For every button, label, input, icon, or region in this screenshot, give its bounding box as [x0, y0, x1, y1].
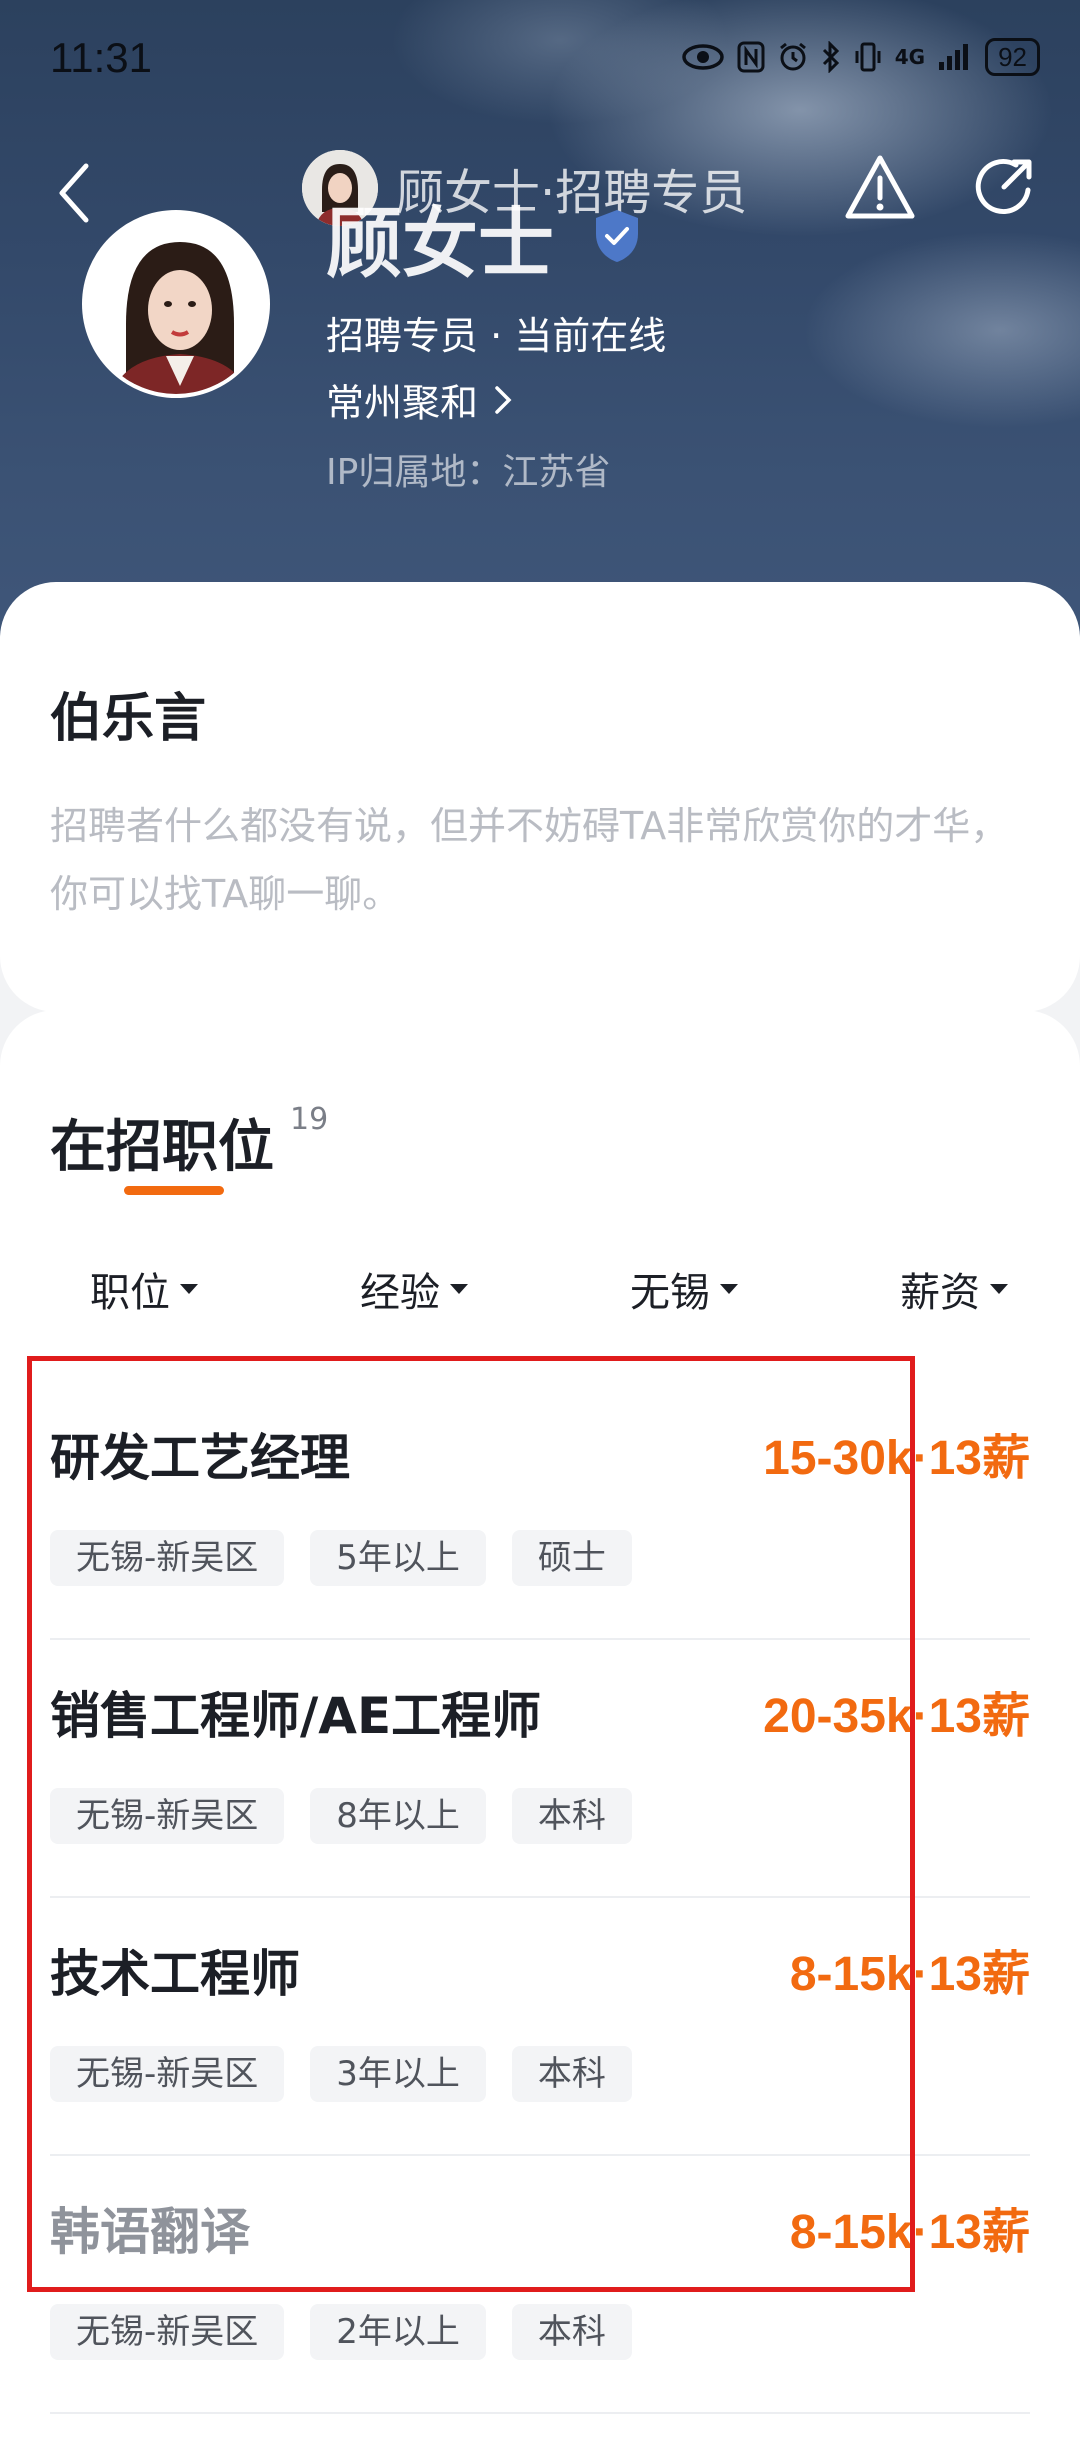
back-chevron-icon[interactable] [48, 158, 108, 228]
filter-label: 无锡 [630, 1270, 710, 1316]
alarm-icon [779, 42, 806, 71]
chevron-right-icon [495, 385, 512, 414]
share-icon[interactable] [970, 152, 1040, 222]
filter-label: 薪资 [900, 1270, 980, 1316]
filter-salary[interactable]: 薪资 [900, 1260, 1008, 1318]
recruiter-avatar [82, 210, 270, 398]
filter-position[interactable]: 职位 [90, 1260, 198, 1318]
company-name: 常州聚和 [326, 381, 479, 425]
verified-badge-icon [596, 210, 638, 262]
bluetooth-icon [822, 41, 839, 73]
warning-icon[interactable] [842, 150, 918, 226]
tag-location: 无锡-新吴区 [50, 2304, 285, 2360]
caret-down-icon [990, 1284, 1008, 1294]
status-bar: 11:31 4G 92 [50, 34, 1040, 94]
caret-down-icon [450, 1284, 468, 1294]
jobs-tab-title[interactable]: 在招职位 [50, 1102, 274, 1183]
tag-experience: 2年以上 [310, 2304, 486, 2360]
filter-city[interactable]: 无锡 [630, 1260, 738, 1318]
network-label: 4G [894, 45, 926, 69]
battery-indicator: 92 [985, 38, 1040, 76]
intro-text: 招聘者什么都没有说，但并不妨碍TA非常欣赏你的才华，你可以找TA聊一聊。 [50, 804, 1009, 916]
signal-icon [939, 44, 969, 70]
caret-down-icon [180, 1284, 198, 1294]
caret-down-icon [720, 1284, 738, 1294]
filter-label: 职位 [90, 1270, 170, 1316]
eye-icon [681, 44, 724, 70]
filter-label: 经验 [360, 1270, 440, 1316]
recruiter-name: 顾女士 [326, 199, 554, 288]
status-icons: 4G 92 [681, 38, 1040, 76]
tab-underline [124, 1186, 224, 1195]
nfc-icon [737, 41, 765, 73]
filter-bar: 职位 经验 无锡 薪资 [0, 1260, 1080, 1320]
highlight-box [27, 1356, 915, 2292]
intro-card: 伯乐言 招聘者什么都没有说，但并不妨碍TA非常欣赏你的才华，你可以找TA聊一聊。 [0, 582, 1080, 1012]
status-time: 11:31 [50, 34, 152, 81]
profile-header: 11:31 4G 92 顾女士·招聘专员 顾女士 招聘专员 · 当前在线 常州聚… [0, 0, 1080, 640]
filter-experience[interactable]: 经验 [360, 1260, 468, 1318]
ip-location: IP归属地：江苏省 [326, 452, 611, 493]
jobs-count: 19 [290, 1102, 329, 1137]
job-tags: 无锡-新吴区 2年以上 本科 [50, 2304, 632, 2360]
company-link[interactable]: 常州聚和 [326, 372, 514, 427]
tag-education: 本科 [511, 2304, 632, 2360]
role-status: 招聘专员 · 当前在线 [326, 314, 667, 358]
vibrate-icon [855, 42, 881, 72]
intro-title: 伯乐言 [50, 689, 207, 749]
